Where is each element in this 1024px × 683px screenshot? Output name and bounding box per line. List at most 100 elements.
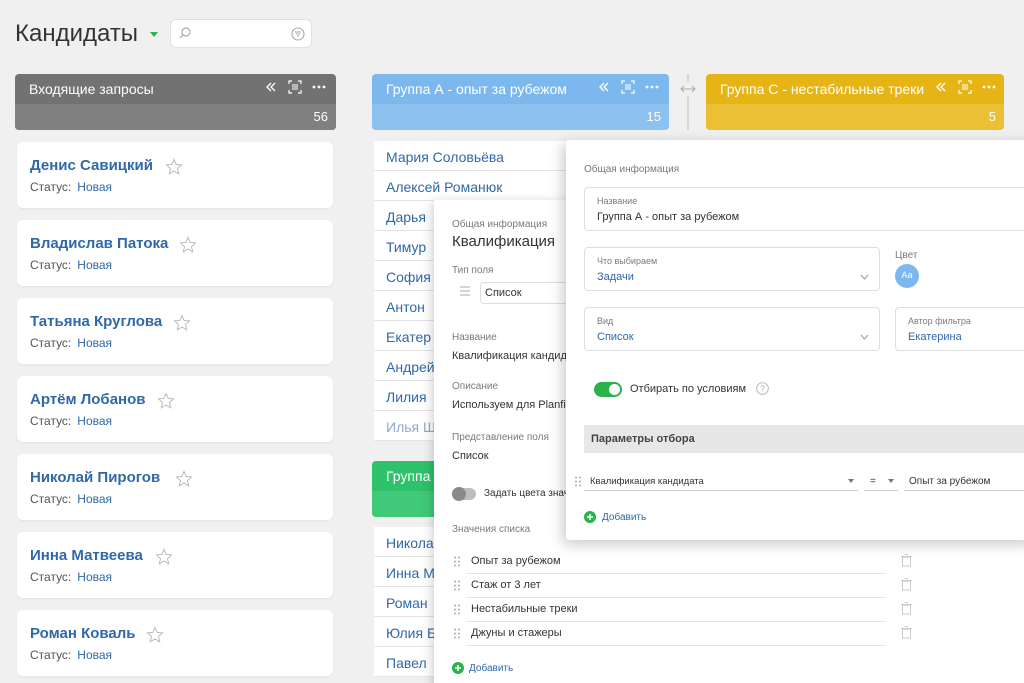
search-input[interactable] (170, 19, 312, 48)
drag-handle-icon[interactable] (460, 285, 470, 297)
list-item[interactable]: Мария Соловьёва (374, 141, 574, 171)
column-title: Группа А - опыт за рубежом (386, 81, 567, 97)
status-label: Статус: (30, 414, 72, 428)
more-icon[interactable] (312, 80, 326, 94)
more-icon[interactable] (982, 80, 996, 94)
trash-icon[interactable] (901, 602, 912, 615)
status-label: Статус: (30, 180, 72, 194)
condition-value-field[interactable]: Опыт за рубежом (904, 471, 1024, 491)
list-value-row[interactable]: Нестабильные треки (452, 598, 912, 622)
color-label: Цвет (895, 250, 918, 261)
colors-toggle[interactable] (452, 487, 476, 501)
candidate-name[interactable]: Татьяна Круглова (30, 313, 162, 330)
trash-icon[interactable] (901, 626, 912, 639)
drag-handle-icon[interactable] (454, 628, 460, 639)
candidate-card[interactable]: Роман Коваль Статус: Новая (17, 610, 333, 676)
drag-handle-icon[interactable] (454, 604, 460, 615)
column-count: 56 (313, 109, 328, 124)
condition-operator-select[interactable]: = (864, 471, 898, 491)
trash-icon[interactable] (901, 578, 912, 591)
column-header-group-a[interactable]: Группа А - опыт за рубежом 15 (372, 74, 669, 130)
candidate-name[interactable]: Владислав Патока (30, 235, 168, 252)
condition-field-select[interactable]: Квалификация кандидата (584, 471, 858, 491)
plus-circle-icon (452, 662, 464, 674)
focus-icon[interactable] (621, 80, 635, 94)
star-icon[interactable] (173, 314, 191, 332)
view-label: Представление поля (452, 432, 549, 443)
column-header-group-c[interactable]: Группа С - нестабильные треки 5 (706, 74, 1004, 130)
star-icon[interactable] (165, 158, 183, 176)
status-value: Новая (77, 180, 113, 194)
search-icon (179, 27, 191, 39)
view-value[interactable]: Список (452, 450, 489, 462)
chevron-down-icon (860, 274, 869, 280)
help-icon[interactable]: ? (756, 382, 769, 395)
candidate-card[interactable]: Артём Лобанов Статус: Новая (17, 376, 333, 442)
values-label: Значения списка (452, 524, 531, 535)
drag-handle-icon[interactable] (575, 476, 581, 487)
candidate-name[interactable]: Роман Коваль (30, 625, 136, 642)
drag-handle-icon[interactable] (454, 556, 460, 567)
status-value: Новая (77, 414, 113, 428)
section-label: Общая информация (584, 164, 680, 175)
name-value[interactable]: Квалификация кандид (452, 350, 567, 362)
chevron-down-icon[interactable] (150, 32, 158, 37)
list-value-row[interactable]: Опыт за рубежом (452, 550, 912, 574)
panel-title: Квалификация (452, 233, 556, 250)
page-title: Кандидаты (15, 20, 139, 47)
plus-circle-icon (584, 511, 596, 523)
column-title: Группа (386, 468, 431, 484)
star-icon[interactable] (179, 236, 197, 254)
description-label: Описание (452, 381, 499, 392)
color-picker[interactable]: Aa (895, 264, 919, 288)
candidate-name[interactable]: Инна Матвеева (30, 547, 143, 564)
section-label: Общая информация (452, 219, 548, 230)
column-title: Группа С - нестабильные треки (720, 81, 925, 97)
candidate-name[interactable]: Артём Лобанов (30, 391, 146, 408)
status-value: Новая (77, 648, 113, 662)
candidate-name[interactable]: Николай Пирогов (30, 469, 160, 486)
conditions-toggle[interactable] (594, 382, 622, 397)
candidate-card[interactable]: Николай Пирогов Статус: Новая (17, 454, 333, 520)
collapse-icon[interactable] (934, 80, 948, 94)
status-value: Новая (77, 336, 113, 350)
status-value: Новая (77, 258, 113, 272)
status-label: Статус: (30, 648, 72, 662)
column-header-incoming[interactable]: Входящие запросы 56 (15, 74, 336, 130)
description-value[interactable]: Используем для Planfix (452, 399, 571, 411)
candidate-card[interactable]: Владислав Патока Статус: Новая (17, 220, 333, 286)
column-count: 15 (646, 109, 661, 124)
filter-icon[interactable] (291, 27, 305, 41)
view-select[interactable]: Вид Список (584, 307, 880, 351)
focus-icon[interactable] (958, 80, 972, 94)
candidate-card[interactable]: Татьяна Круглова Статус: Новая (17, 298, 333, 364)
status-label: Статус: (30, 570, 72, 584)
list-item[interactable]: Алексей Романюк (374, 171, 574, 201)
focus-icon[interactable] (288, 80, 302, 94)
chevron-down-icon (860, 334, 869, 340)
candidate-card[interactable]: Инна Матвеева Статус: Новая (17, 532, 333, 598)
column-resize-icon[interactable] (680, 74, 696, 130)
entity-select[interactable]: Что выбираем Задачи (584, 247, 880, 291)
author-field[interactable]: Автор фильтра Екатерина (895, 307, 1024, 351)
list-value-row[interactable]: Стаж от 3 лет (452, 574, 912, 598)
name-label: Название (452, 332, 497, 343)
status-value: Новая (77, 492, 113, 506)
collapse-icon[interactable] (597, 80, 611, 94)
star-icon[interactable] (175, 470, 193, 488)
star-icon[interactable] (155, 548, 173, 566)
more-icon[interactable] (645, 80, 659, 94)
svg-text:?: ? (760, 384, 765, 394)
status-value: Новая (77, 570, 113, 584)
list-value-row[interactable]: Джуны и стажеры (452, 622, 912, 646)
star-icon[interactable] (157, 392, 175, 410)
filter-settings-panel: Общая информация Название Группа А - опы… (566, 140, 1024, 540)
drag-handle-icon[interactable] (454, 580, 460, 591)
conditions-toggle-label: Отбирать по условиям (630, 383, 747, 395)
trash-icon[interactable] (901, 554, 912, 567)
filter-name-field[interactable]: Название Группа А - опыт за рубежом (584, 187, 1024, 231)
star-icon[interactable] (146, 626, 164, 644)
collapse-icon[interactable] (264, 80, 278, 94)
candidate-name[interactable]: Денис Савицкий (30, 157, 153, 174)
candidate-card[interactable]: Денис Савицкий Статус: Новая (17, 142, 333, 208)
